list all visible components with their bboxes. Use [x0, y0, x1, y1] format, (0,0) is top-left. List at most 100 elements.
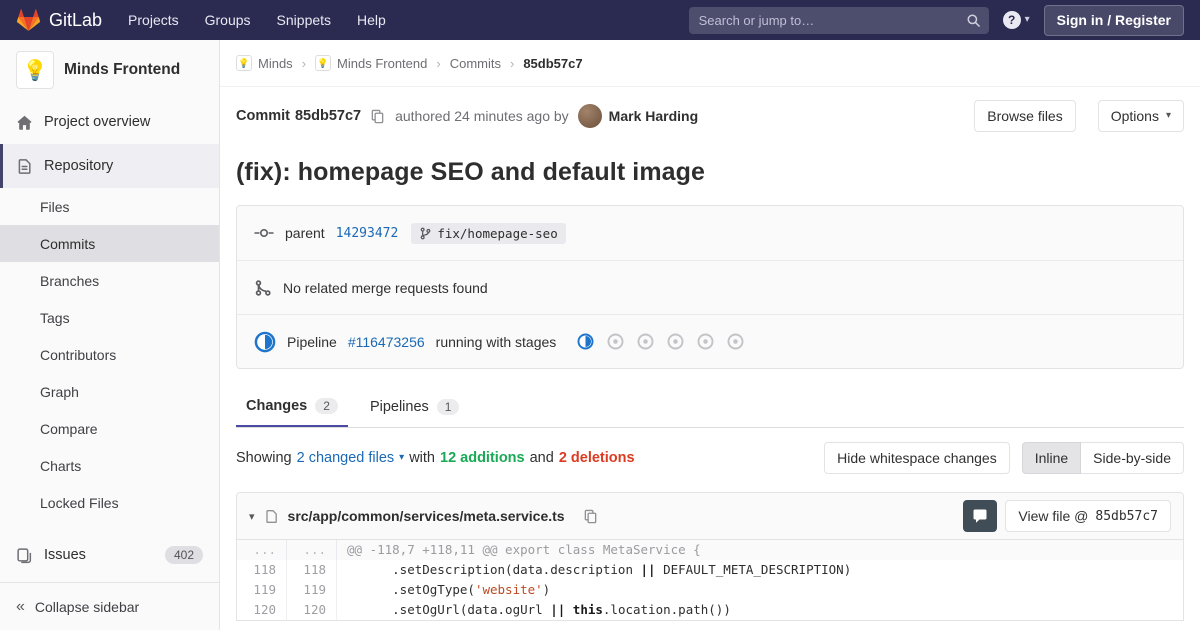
- tab-label: Pipelines: [369, 399, 429, 415]
- sidebar-item-label: Repository: [44, 158, 114, 174]
- sign-in-button[interactable]: Sign in / Register: [1043, 4, 1184, 36]
- new-line-number[interactable]: 118: [287, 560, 337, 580]
- diff-summary-row: Showing 2 changed files ▾ with 12 additi…: [236, 442, 1184, 474]
- diff-view-toggle: Inline Side-by-side: [1021, 442, 1184, 474]
- nav-help[interactable]: Help: [357, 12, 386, 28]
- browse-files-label: Browse files: [987, 108, 1063, 124]
- collapse-sidebar-button[interactable]: « Collapse sidebar: [0, 582, 219, 630]
- stage-created-icon[interactable]: [637, 333, 654, 350]
- project-context-link[interactable]: 💡 Minds Frontend: [0, 40, 219, 100]
- gitlab-home-link[interactable]: GitLab: [16, 8, 102, 32]
- commit-title: (fix): homepage SEO and default image: [236, 158, 706, 186]
- search-input[interactable]: [698, 12, 959, 28]
- author-name-link[interactable]: Mark Harding: [609, 108, 698, 124]
- hide-whitespace-label: Hide whitespace changes: [837, 450, 997, 466]
- pipeline-row: Pipeline #116473256 running with stages: [237, 314, 1183, 368]
- commit-info-box: parent 14293472 fix/homepage-seo No rela…: [236, 205, 1184, 369]
- project-name: Minds Frontend: [64, 61, 181, 78]
- breadcrumb-commits[interactable]: Commits: [450, 56, 501, 71]
- sidebar-item-compare[interactable]: Compare: [0, 410, 219, 447]
- side-by-side-view-button[interactable]: Side-by-side: [1081, 442, 1184, 474]
- breadcrumb-minds-frontend[interactable]: 💡 Minds Frontend: [315, 55, 427, 71]
- sidebar-item-tags[interactable]: Tags: [0, 299, 219, 336]
- new-line-number[interactable]: 119: [287, 580, 337, 600]
- view-file-sha: 85db57c7: [1095, 508, 1158, 524]
- inline-view-button[interactable]: Inline: [1021, 442, 1082, 474]
- old-line-number[interactable]: 120: [237, 600, 287, 620]
- main-content: 💡 Minds › 💡 Minds Frontend › Commits › 8…: [220, 40, 1200, 630]
- nav-groups[interactable]: Groups: [205, 12, 251, 28]
- chevron-down-icon: ▾: [399, 452, 405, 463]
- old-line-number: ...: [237, 540, 287, 560]
- stage-created-icon[interactable]: [667, 333, 684, 350]
- repository-icon: [16, 158, 33, 175]
- code-line: .setOgType('website'): [347, 582, 551, 597]
- top-navbar: GitLab Projects Groups Snippets Help ? ▾…: [0, 0, 1200, 40]
- options-label: Options: [1110, 108, 1159, 124]
- sidebar-item-locked-files[interactable]: Locked Files: [0, 484, 219, 521]
- parent-label: parent: [285, 225, 325, 241]
- pipeline-running-icon[interactable]: [254, 331, 276, 353]
- with-text: with: [409, 450, 435, 466]
- old-line-number[interactable]: 119: [237, 580, 287, 600]
- nav-projects[interactable]: Projects: [128, 12, 179, 28]
- options-dropdown-button[interactable]: Options ▾: [1097, 100, 1184, 132]
- file-icon: [264, 509, 279, 524]
- collapse-icon: «: [16, 597, 25, 615]
- old-line-number[interactable]: 118: [237, 560, 287, 580]
- commit-label: Commit: [236, 108, 290, 124]
- comment-icon: [972, 508, 988, 524]
- sidebar-item-issues[interactable]: Issues 402: [0, 535, 219, 575]
- sidebar-item-contributors[interactable]: Contributors: [0, 336, 219, 373]
- sidebar-item-repository[interactable]: Repository: [0, 144, 219, 188]
- author-avatar[interactable]: [577, 104, 602, 128]
- sidebar-item-graph[interactable]: Graph: [0, 373, 219, 410]
- hunk-header-text: @@ -118,7 +118,11 @@ export class MetaSe…: [347, 542, 701, 557]
- branch-ref-tag[interactable]: fix/homepage-seo: [411, 222, 566, 244]
- view-file-button[interactable]: View file @ 85db57c7: [1005, 500, 1171, 532]
- copy-file-path-button[interactable]: [583, 509, 598, 524]
- changed-files-label: 2 changed files: [296, 450, 395, 466]
- primary-nav: Projects Groups Snippets Help: [128, 12, 412, 28]
- stage-created-icon[interactable]: [727, 333, 744, 350]
- nav-snippets[interactable]: Snippets: [277, 12, 331, 28]
- chevron-down-icon: ▾: [1024, 14, 1030, 25]
- help-menu[interactable]: ? ▾: [1002, 11, 1030, 29]
- pipeline-id-link[interactable]: #116473256: [348, 334, 425, 350]
- parent-row: parent 14293472 fix/homepage-seo: [237, 206, 1183, 260]
- chevron-right-icon: ›: [509, 55, 515, 71]
- merge-request-icon: [254, 279, 272, 297]
- changed-files-dropdown[interactable]: 2 changed files ▾: [297, 450, 405, 466]
- browse-files-button[interactable]: Browse files: [974, 100, 1076, 132]
- new-line-number: ...: [287, 540, 337, 560]
- copy-sha-button[interactable]: [370, 109, 385, 124]
- branch-icon: [419, 227, 432, 240]
- sidebar-item-files[interactable]: Files: [0, 188, 219, 225]
- commit-meta-row: Commit 85db57c7 authored 24 minutes ago …: [236, 100, 1184, 132]
- file-path-link[interactable]: src/app/common/services/meta.service.ts: [288, 508, 565, 524]
- sidebar-item-charts[interactable]: Charts: [0, 447, 219, 484]
- parent-sha-link[interactable]: 14293472: [336, 226, 399, 241]
- sidebar-item-commits[interactable]: Commits: [0, 225, 219, 262]
- tab-pipelines[interactable]: Pipelines 1: [360, 387, 470, 427]
- breadcrumb: 💡 Minds › 💡 Minds Frontend › Commits › 8…: [220, 40, 1200, 87]
- stage-running-icon[interactable]: [577, 333, 594, 350]
- toggle-comments-button[interactable]: [963, 500, 998, 532]
- hide-whitespace-button[interactable]: Hide whitespace changes: [824, 442, 1010, 474]
- stage-created-icon[interactable]: [697, 333, 714, 350]
- breadcrumb-minds[interactable]: 💡 Minds: [236, 55, 293, 71]
- merge-requests-row: No related merge requests found: [237, 260, 1183, 314]
- new-line-number[interactable]: 120: [287, 600, 337, 620]
- tab-changes[interactable]: Changes 2: [236, 387, 348, 427]
- sidebar-item-project-overview[interactable]: Project overview: [0, 100, 219, 144]
- sidebar-item-branches[interactable]: Branches: [0, 262, 219, 299]
- project-avatar: 💡: [16, 51, 54, 89]
- issues-icon: [16, 547, 33, 564]
- collapse-file-caret-icon[interactable]: ▾: [249, 510, 255, 523]
- diff-hunk-row: ... ... @@ -118,7 +118,11 @@ export clas…: [237, 540, 1183, 560]
- diff-code-row: 119 119 .setOgType('website'): [237, 580, 1183, 600]
- deletions-count: 2 deletions: [558, 450, 635, 466]
- search-box[interactable]: [688, 6, 989, 34]
- pipelines-count-badge: 1: [436, 399, 460, 415]
- stage-created-icon[interactable]: [607, 333, 624, 350]
